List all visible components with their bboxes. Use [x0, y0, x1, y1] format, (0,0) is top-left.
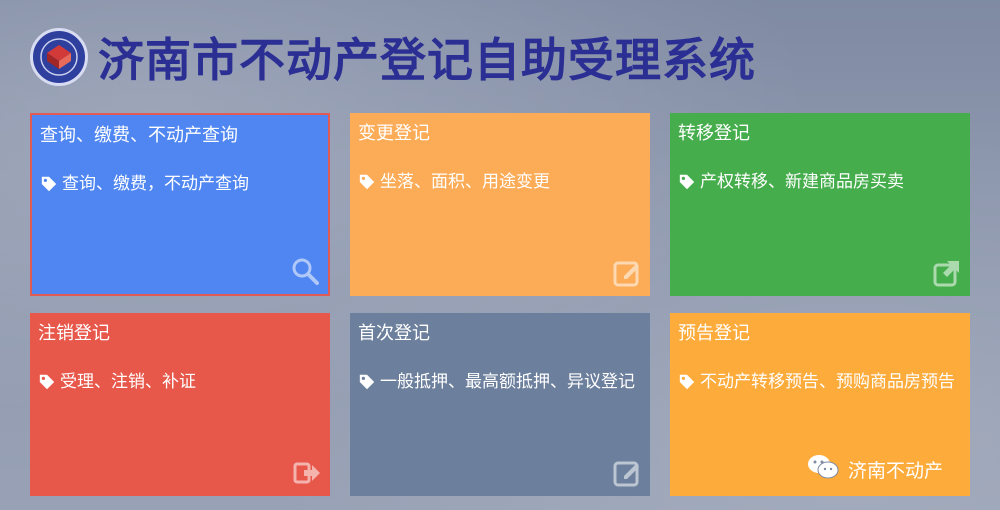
tile-desc: 一般抵押、最高额抵押、异议登记: [380, 372, 635, 392]
watermark-text: 济南不动产: [848, 460, 944, 482]
page-title: 济南市不动产登记自助受理系统: [98, 33, 756, 87]
tile-query-payment[interactable]: 查询、缴费、不动产查询 查询、缴费，不动产查询: [30, 113, 330, 296]
tile-first-registration[interactable]: 首次登记 一般抵押、最高额抵押、异议登记: [350, 313, 650, 496]
watermark: 济南不动产: [806, 452, 943, 487]
logo: [30, 28, 88, 86]
tile-desc: 查询、缴费，不动产查询: [62, 174, 249, 194]
tag-icon: [40, 175, 58, 202]
tag-icon: [678, 373, 696, 400]
tile-title: 首次登记: [358, 323, 430, 344]
tile-desc: 受理、注销、补证: [60, 372, 196, 392]
tile-desc: 坐落、面积、用途变更: [380, 172, 550, 192]
search-icon: [290, 256, 320, 286]
tile-transfer-registration[interactable]: 转移登记 产权转移、新建商品房买卖: [670, 113, 970, 296]
tag-icon: [358, 373, 376, 400]
wechat-icon: [806, 452, 840, 487]
tile-title: 查询、缴费、不动产查询: [40, 125, 238, 146]
tile-title: 变更登记: [358, 123, 430, 144]
edit-icon: [612, 458, 642, 488]
tile-change-registration[interactable]: 变更登记 坐落、面积、用途变更: [350, 113, 650, 296]
tile-title: 注销登记: [38, 323, 110, 344]
tile-title: 转移登记: [678, 123, 750, 144]
header: 济南市不动产登记自助受理系统: [30, 14, 970, 100]
sign-out-icon: [292, 458, 322, 488]
tile-desc: 不动产转移预告、预购商品房预告: [700, 372, 955, 392]
tile-cancellation-registration[interactable]: 注销登记 受理、注销、补证: [30, 313, 330, 496]
external-link-icon: [932, 258, 962, 288]
tag-icon: [38, 373, 56, 400]
edit-icon: [612, 258, 642, 288]
tile-title: 预告登记: [678, 323, 750, 344]
tag-icon: [678, 173, 696, 200]
tile-desc: 产权转移、新建商品房买卖: [700, 172, 904, 192]
tag-icon: [358, 173, 376, 200]
